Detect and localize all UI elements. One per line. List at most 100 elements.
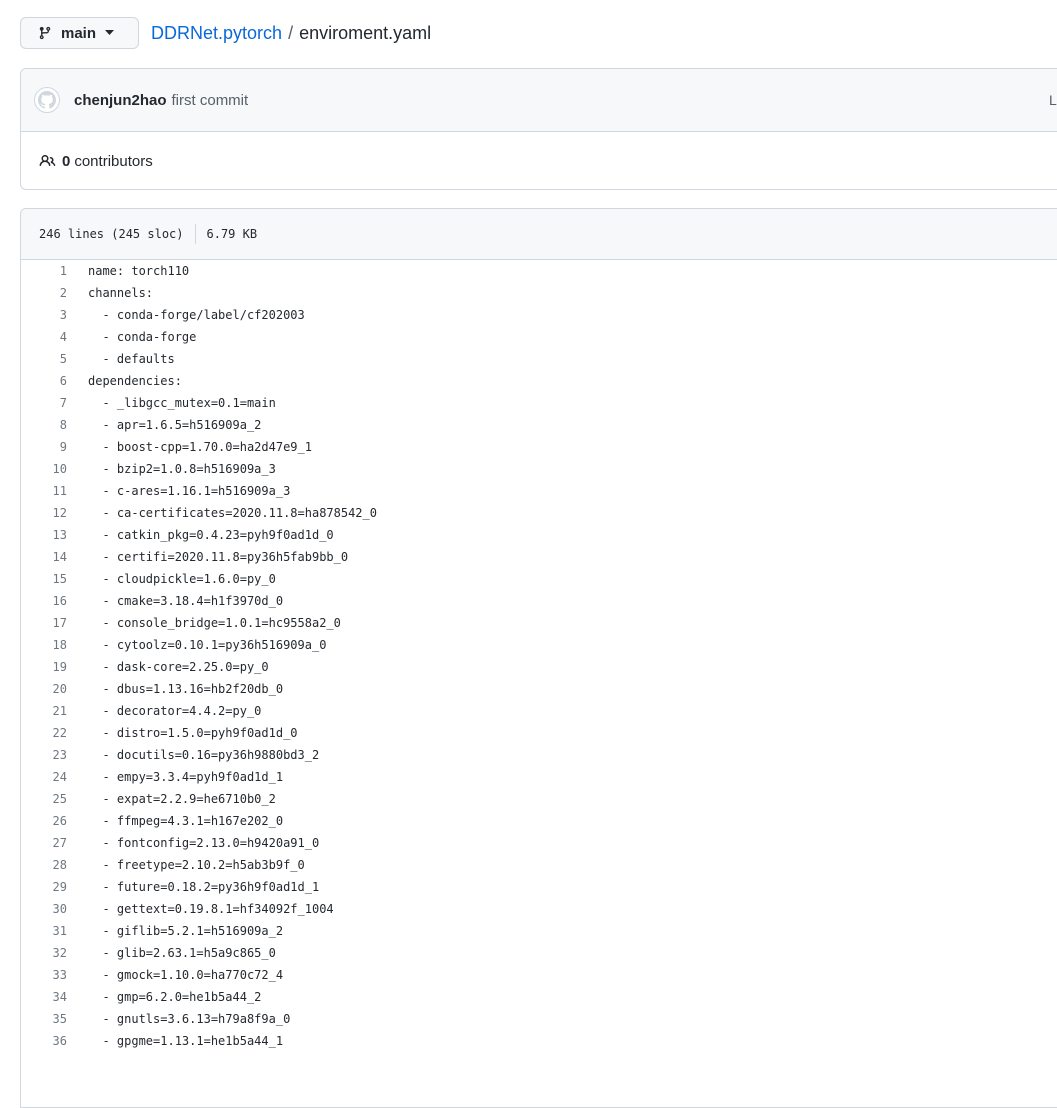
code-line: 21 - decorator=4.4.2=py_0 bbox=[21, 700, 1057, 722]
commit-message-link[interactable]: first commit bbox=[172, 92, 249, 109]
line-number[interactable]: 15 bbox=[21, 572, 67, 586]
branch-label: main bbox=[61, 24, 97, 42]
code-line: 2 channels: bbox=[21, 282, 1057, 304]
line-content: - docutils=0.16=py36h9880bd3_2 bbox=[88, 748, 320, 762]
code-line: 29 - future=0.18.2=py36h9f0ad1d_1 bbox=[21, 876, 1057, 898]
code-line: 24 - empy=3.3.4=pyh9f0ad1d_1 bbox=[21, 766, 1057, 788]
line-content: - conda-forge/label/cf202003 bbox=[88, 308, 305, 322]
line-content: - freetype=2.10.2=h5ab3b9f_0 bbox=[88, 858, 305, 872]
code-line: 15 - cloudpickle=1.6.0=py_0 bbox=[21, 568, 1057, 590]
code-line: 3 - conda-forge/label/cf202003 bbox=[21, 304, 1057, 326]
line-number[interactable]: 10 bbox=[21, 462, 67, 476]
code-line: 28 - freetype=2.10.2=h5ab3b9f_0 bbox=[21, 854, 1057, 876]
line-content: name: torch110 bbox=[88, 264, 190, 278]
line-content: - conda-forge bbox=[88, 330, 197, 344]
line-number[interactable]: 30 bbox=[21, 902, 67, 916]
line-content: - ffmpeg=4.3.1=h167e202_0 bbox=[88, 814, 284, 828]
people-icon bbox=[39, 154, 56, 167]
line-number[interactable]: 1 bbox=[21, 264, 67, 278]
line-number[interactable]: 17 bbox=[21, 616, 67, 630]
line-content: - gpgme=1.13.1=he1b5a44_1 bbox=[88, 1034, 284, 1048]
code-line: 20 - dbus=1.13.16=hb2f20db_0 bbox=[21, 678, 1057, 700]
code-line: 35 - gnutls=3.6.13=h79a8f9a_0 bbox=[21, 1008, 1057, 1030]
line-number[interactable]: 7 bbox=[21, 396, 67, 410]
line-number[interactable]: 35 bbox=[21, 1012, 67, 1026]
code-line: 13 - catkin_pkg=0.4.23=pyh9f0ad1d_0 bbox=[21, 524, 1057, 546]
branch-select-button[interactable]: main bbox=[20, 17, 140, 49]
code-line: 27 - fontconfig=2.13.0=h9420a91_0 bbox=[21, 832, 1057, 854]
code-line: 30 - gettext=0.19.8.1=hf34092f_1004 bbox=[21, 898, 1057, 920]
line-number[interactable]: 11 bbox=[21, 484, 67, 498]
code-line: 25 - expat=2.2.9=he6710b0_2 bbox=[21, 788, 1057, 810]
github-avatar-icon bbox=[38, 91, 56, 109]
line-number[interactable]: 19 bbox=[21, 660, 67, 674]
line-number[interactable]: 2 bbox=[21, 286, 67, 300]
latest-commit-label[interactable]: L bbox=[1049, 69, 1057, 131]
line-number[interactable]: 33 bbox=[21, 968, 67, 982]
code-line: 18 - cytoolz=0.10.1=py36h516909a_0 bbox=[21, 634, 1057, 656]
line-number[interactable]: 16 bbox=[21, 594, 67, 608]
line-number[interactable]: 20 bbox=[21, 682, 67, 696]
line-content: - future=0.18.2=py36h9f0ad1d_1 bbox=[88, 880, 320, 894]
line-content: - dbus=1.13.16=hb2f20db_0 bbox=[88, 682, 284, 696]
line-number[interactable]: 25 bbox=[21, 792, 67, 806]
code-line: 16 - cmake=3.18.4=h1f3970d_0 bbox=[21, 590, 1057, 612]
line-number[interactable]: 8 bbox=[21, 418, 67, 432]
code-line: 31 - giflib=5.2.1=h516909a_2 bbox=[21, 920, 1057, 942]
line-number[interactable]: 14 bbox=[21, 550, 67, 564]
code-line: 8 - apr=1.6.5=h516909a_2 bbox=[21, 414, 1057, 436]
line-number[interactable]: 13 bbox=[21, 528, 67, 542]
line-number[interactable]: 12 bbox=[21, 506, 67, 520]
line-number[interactable]: 24 bbox=[21, 770, 67, 784]
line-content: - c-ares=1.16.1=h516909a_3 bbox=[88, 484, 291, 498]
line-content: - cmake=3.18.4=h1f3970d_0 bbox=[88, 594, 284, 608]
line-number[interactable]: 34 bbox=[21, 990, 67, 1004]
line-number[interactable]: 3 bbox=[21, 308, 67, 322]
line-content: - boost-cpp=1.70.0=ha2d47e9_1 bbox=[88, 440, 312, 454]
line-number[interactable]: 36 bbox=[21, 1034, 67, 1048]
repo-link[interactable]: DDRNet.pytorch bbox=[151, 23, 282, 44]
line-content: - bzip2=1.0.8=h516909a_3 bbox=[88, 462, 276, 476]
contributors-label: contributors bbox=[74, 152, 153, 170]
commit-info-box: chenjun2hao first commit L 0 contributor… bbox=[20, 68, 1057, 190]
line-number[interactable]: 6 bbox=[21, 374, 67, 388]
contributors-row[interactable]: 0 contributors bbox=[21, 132, 1057, 190]
line-content: - gmock=1.10.0=ha770c72_4 bbox=[88, 968, 284, 982]
line-number[interactable]: 4 bbox=[21, 330, 67, 344]
line-number[interactable]: 21 bbox=[21, 704, 67, 718]
line-number[interactable]: 29 bbox=[21, 880, 67, 894]
code-line: 11 - c-ares=1.16.1=h516909a_3 bbox=[21, 480, 1057, 502]
line-content: - _libgcc_mutex=0.1=main bbox=[88, 396, 276, 410]
line-number[interactable]: 31 bbox=[21, 924, 67, 938]
code-line: 1 name: torch110 bbox=[21, 260, 1057, 282]
file-info-header: 246 lines (245 sloc) 6.79 KB bbox=[21, 209, 1057, 260]
line-number[interactable]: 23 bbox=[21, 748, 67, 762]
line-number[interactable]: 22 bbox=[21, 726, 67, 740]
latest-commit-row: chenjun2hao first commit L bbox=[21, 69, 1057, 132]
line-content: - empy=3.3.4=pyh9f0ad1d_1 bbox=[88, 770, 284, 784]
code-line: 14 - certifi=2020.11.8=py36h5fab9bb_0 bbox=[21, 546, 1057, 568]
breadcrumb: DDRNet.pytorch / enviroment.yaml bbox=[151, 23, 431, 44]
line-content: - certifi=2020.11.8=py36h5fab9bb_0 bbox=[88, 550, 349, 564]
line-content: - cloudpickle=1.6.0=py_0 bbox=[88, 572, 276, 586]
line-number[interactable]: 27 bbox=[21, 836, 67, 850]
line-number[interactable]: 9 bbox=[21, 440, 67, 454]
commit-author-link[interactable]: chenjun2hao bbox=[74, 92, 167, 109]
file-name: enviroment.yaml bbox=[299, 22, 432, 43]
line-number[interactable]: 26 bbox=[21, 814, 67, 828]
avatar[interactable] bbox=[34, 87, 60, 113]
code-line: 26 - ffmpeg=4.3.1=h167e202_0 bbox=[21, 810, 1057, 832]
line-content: - giflib=5.2.1=h516909a_2 bbox=[88, 924, 284, 938]
line-content: - decorator=4.4.2=py_0 bbox=[88, 704, 262, 718]
code-line: 5 - defaults bbox=[21, 348, 1057, 370]
code-line: 9 - boost-cpp=1.70.0=ha2d47e9_1 bbox=[21, 436, 1057, 458]
line-content: - apr=1.6.5=h516909a_2 bbox=[88, 418, 262, 432]
line-content: - gettext=0.19.8.1=hf34092f_1004 bbox=[88, 902, 334, 916]
line-content: dependencies: bbox=[88, 374, 182, 388]
code-line: 4 - conda-forge bbox=[21, 326, 1057, 348]
contributors-count: 0 bbox=[62, 152, 71, 170]
line-number[interactable]: 28 bbox=[21, 858, 67, 872]
line-number[interactable]: 32 bbox=[21, 946, 67, 960]
line-number[interactable]: 18 bbox=[21, 638, 67, 652]
line-number[interactable]: 5 bbox=[21, 352, 67, 366]
